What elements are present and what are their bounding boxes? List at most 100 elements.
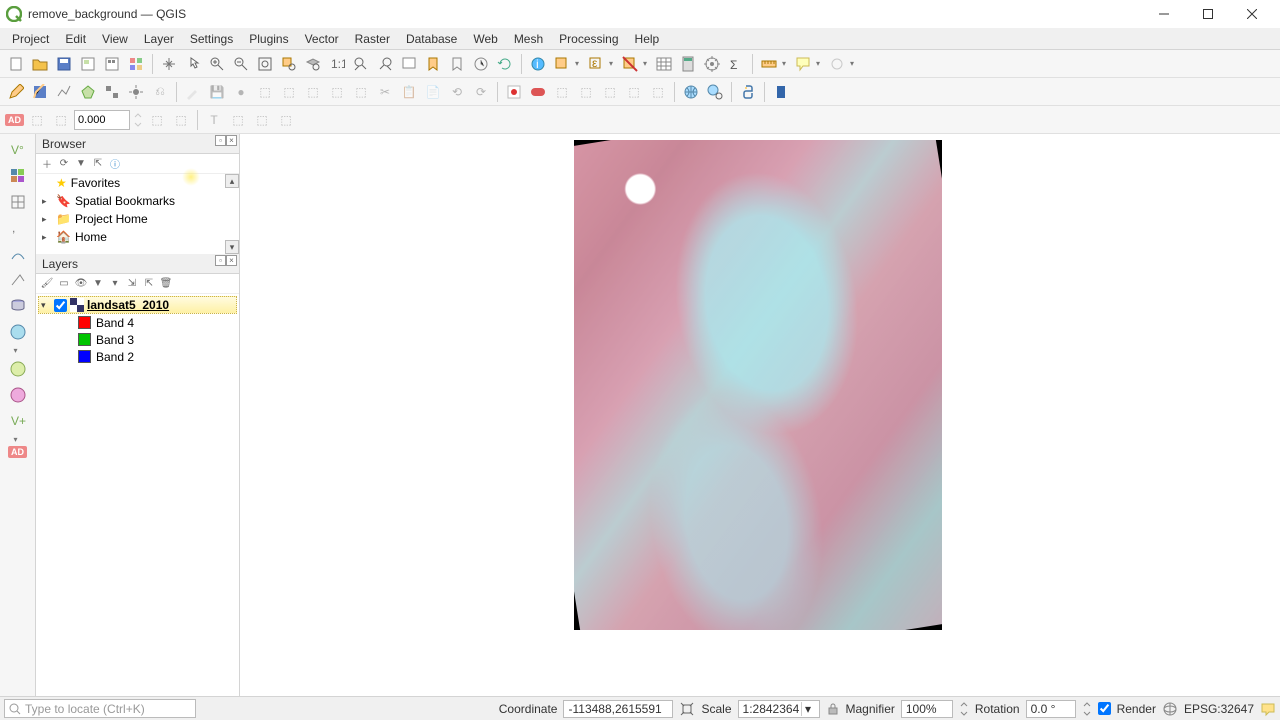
select-value-icon[interactable]: ε	[585, 53, 607, 75]
save-edits-icon[interactable]	[29, 81, 51, 103]
new-map-view-icon[interactable]	[398, 53, 420, 75]
band-4[interactable]: Band 4	[38, 314, 237, 331]
postgis-icon[interactable]	[6, 294, 30, 318]
new-vector-icon[interactable]: V+	[6, 409, 30, 433]
properties-icon[interactable]: ⓘ	[108, 157, 122, 171]
spinner-buttons[interactable]	[132, 109, 144, 131]
menu-web[interactable]: Web	[465, 30, 505, 48]
new-project-icon[interactable]	[5, 53, 27, 75]
browser-item-favorites[interactable]: ★Favorites	[36, 174, 239, 192]
zoom-next-icon[interactable]	[374, 53, 396, 75]
select-icon[interactable]	[551, 53, 573, 75]
dropdown-icon[interactable]: ▾	[575, 59, 583, 68]
scroll-up-button[interactable]: ▴	[225, 174, 239, 188]
zoom-layer-icon[interactable]	[302, 53, 324, 75]
globe-icon[interactable]	[680, 81, 702, 103]
refresh-icon[interactable]: ⟳	[57, 157, 71, 171]
attribute-table-icon[interactable]	[653, 53, 675, 75]
menu-processing[interactable]: Processing	[551, 30, 626, 48]
menu-edit[interactable]: Edit	[57, 30, 94, 48]
pan-selection-icon[interactable]	[182, 53, 204, 75]
band-2[interactable]: Band 2	[38, 348, 237, 365]
red-pill-icon[interactable]	[527, 81, 549, 103]
scale-field[interactable]: 1:2842364▾	[738, 700, 820, 718]
measure-icon[interactable]	[758, 53, 780, 75]
open-project-icon[interactable]	[29, 53, 51, 75]
menu-database[interactable]: Database	[398, 30, 465, 48]
add-polyline-icon[interactable]	[53, 81, 75, 103]
filter-icon[interactable]: ▼	[74, 157, 88, 171]
rotation-field[interactable]: 0.0 °	[1026, 700, 1076, 718]
zoom-out-icon[interactable]	[230, 53, 252, 75]
toolbox-icon[interactable]	[701, 53, 723, 75]
add-group-icon[interactable]: ▭	[57, 277, 71, 291]
globe-search-icon[interactable]	[704, 81, 726, 103]
scroll-down-button[interactable]: ▾	[225, 240, 239, 254]
maptips-icon[interactable]	[792, 53, 814, 75]
new-print-layout-icon[interactable]	[77, 53, 99, 75]
dropdown-icon[interactable]: ▾	[801, 702, 815, 716]
menu-view[interactable]: View	[94, 30, 136, 48]
dropdown-icon[interactable]: ▾	[850, 59, 858, 68]
visibility-icon[interactable]: 👁	[74, 277, 88, 291]
zoom-in-icon[interactable]	[206, 53, 228, 75]
crs-label[interactable]: EPSG:32647	[1184, 702, 1254, 716]
zoom-full-icon[interactable]	[254, 53, 276, 75]
layers-tree[interactable]: ▾ landsat5_2010 Band 4 Band 3 Band 2	[36, 294, 239, 696]
gps-icon[interactable]	[125, 81, 147, 103]
ribbon-icon[interactable]	[770, 81, 792, 103]
menu-raster[interactable]: Raster	[347, 30, 398, 48]
wfs-icon[interactable]	[6, 383, 30, 407]
close-panel-icon[interactable]: ×	[226, 255, 237, 266]
minimize-button[interactable]	[1142, 0, 1186, 28]
virtual-layer-icon[interactable]	[6, 268, 30, 292]
new-bookmark-icon[interactable]	[422, 53, 444, 75]
dropdown-icon[interactable]: ▾	[14, 435, 22, 444]
delimited-text-icon[interactable]: ,	[6, 216, 30, 240]
menu-project[interactable]: Project	[4, 30, 57, 48]
browser-panel-header[interactable]: Browser ▫×	[36, 134, 239, 154]
spin-input[interactable]	[74, 110, 130, 130]
undock-icon[interactable]: ▫	[215, 255, 226, 266]
pan-icon[interactable]	[158, 53, 180, 75]
spinner-icon[interactable]	[1082, 701, 1092, 717]
dropdown-icon[interactable]: ▾	[643, 59, 651, 68]
wms-icon[interactable]	[6, 320, 30, 344]
layout-manager-icon[interactable]	[101, 53, 123, 75]
browser-item-home[interactable]: ▸🏠Home	[36, 228, 239, 246]
vector-layer-icon[interactable]: V°	[6, 138, 30, 162]
menu-layer[interactable]: Layer	[136, 30, 182, 48]
browser-item-bookmarks[interactable]: ▸🔖Spatial Bookmarks	[36, 192, 239, 210]
add-polygon-icon[interactable]	[77, 81, 99, 103]
python-console-icon[interactable]	[737, 81, 759, 103]
dropdown-icon[interactable]: ▾	[108, 277, 122, 291]
field-calculator-icon[interactable]	[677, 53, 699, 75]
close-button[interactable]	[1230, 0, 1274, 28]
deselect-icon[interactable]	[619, 53, 641, 75]
filter-legend-icon[interactable]: ▼	[91, 277, 105, 291]
collapse-icon[interactable]: ⇱	[142, 277, 156, 291]
zoom-last-icon[interactable]	[350, 53, 372, 75]
lock-icon[interactable]	[826, 702, 840, 716]
menu-settings[interactable]: Settings	[182, 30, 241, 48]
refresh-icon[interactable]	[494, 53, 516, 75]
menu-help[interactable]: Help	[627, 30, 668, 48]
messages-icon[interactable]	[1260, 701, 1276, 717]
wcs-icon[interactable]	[6, 357, 30, 381]
save-project-icon[interactable]	[53, 53, 75, 75]
identify-icon[interactable]: i	[527, 53, 549, 75]
dropdown-icon[interactable]: ▾	[816, 59, 824, 68]
statistics-icon[interactable]: Σ	[725, 53, 747, 75]
spinner-icon[interactable]	[959, 701, 969, 717]
spatialite-icon[interactable]	[6, 242, 30, 266]
collapse-icon[interactable]: ⇱	[91, 157, 105, 171]
layers-panel-header[interactable]: Layers ▫×	[36, 254, 239, 274]
show-bookmarks-icon[interactable]	[446, 53, 468, 75]
style-icon[interactable]: 🖌	[40, 277, 54, 291]
coordinate-field[interactable]: -113488,2615591	[563, 700, 673, 718]
map-canvas[interactable]	[240, 134, 1280, 696]
maximize-button[interactable]	[1186, 0, 1230, 28]
band-3[interactable]: Band 3	[38, 331, 237, 348]
mesh-layer-icon[interactable]	[6, 190, 30, 214]
extents-toggle-icon[interactable]	[679, 701, 695, 717]
